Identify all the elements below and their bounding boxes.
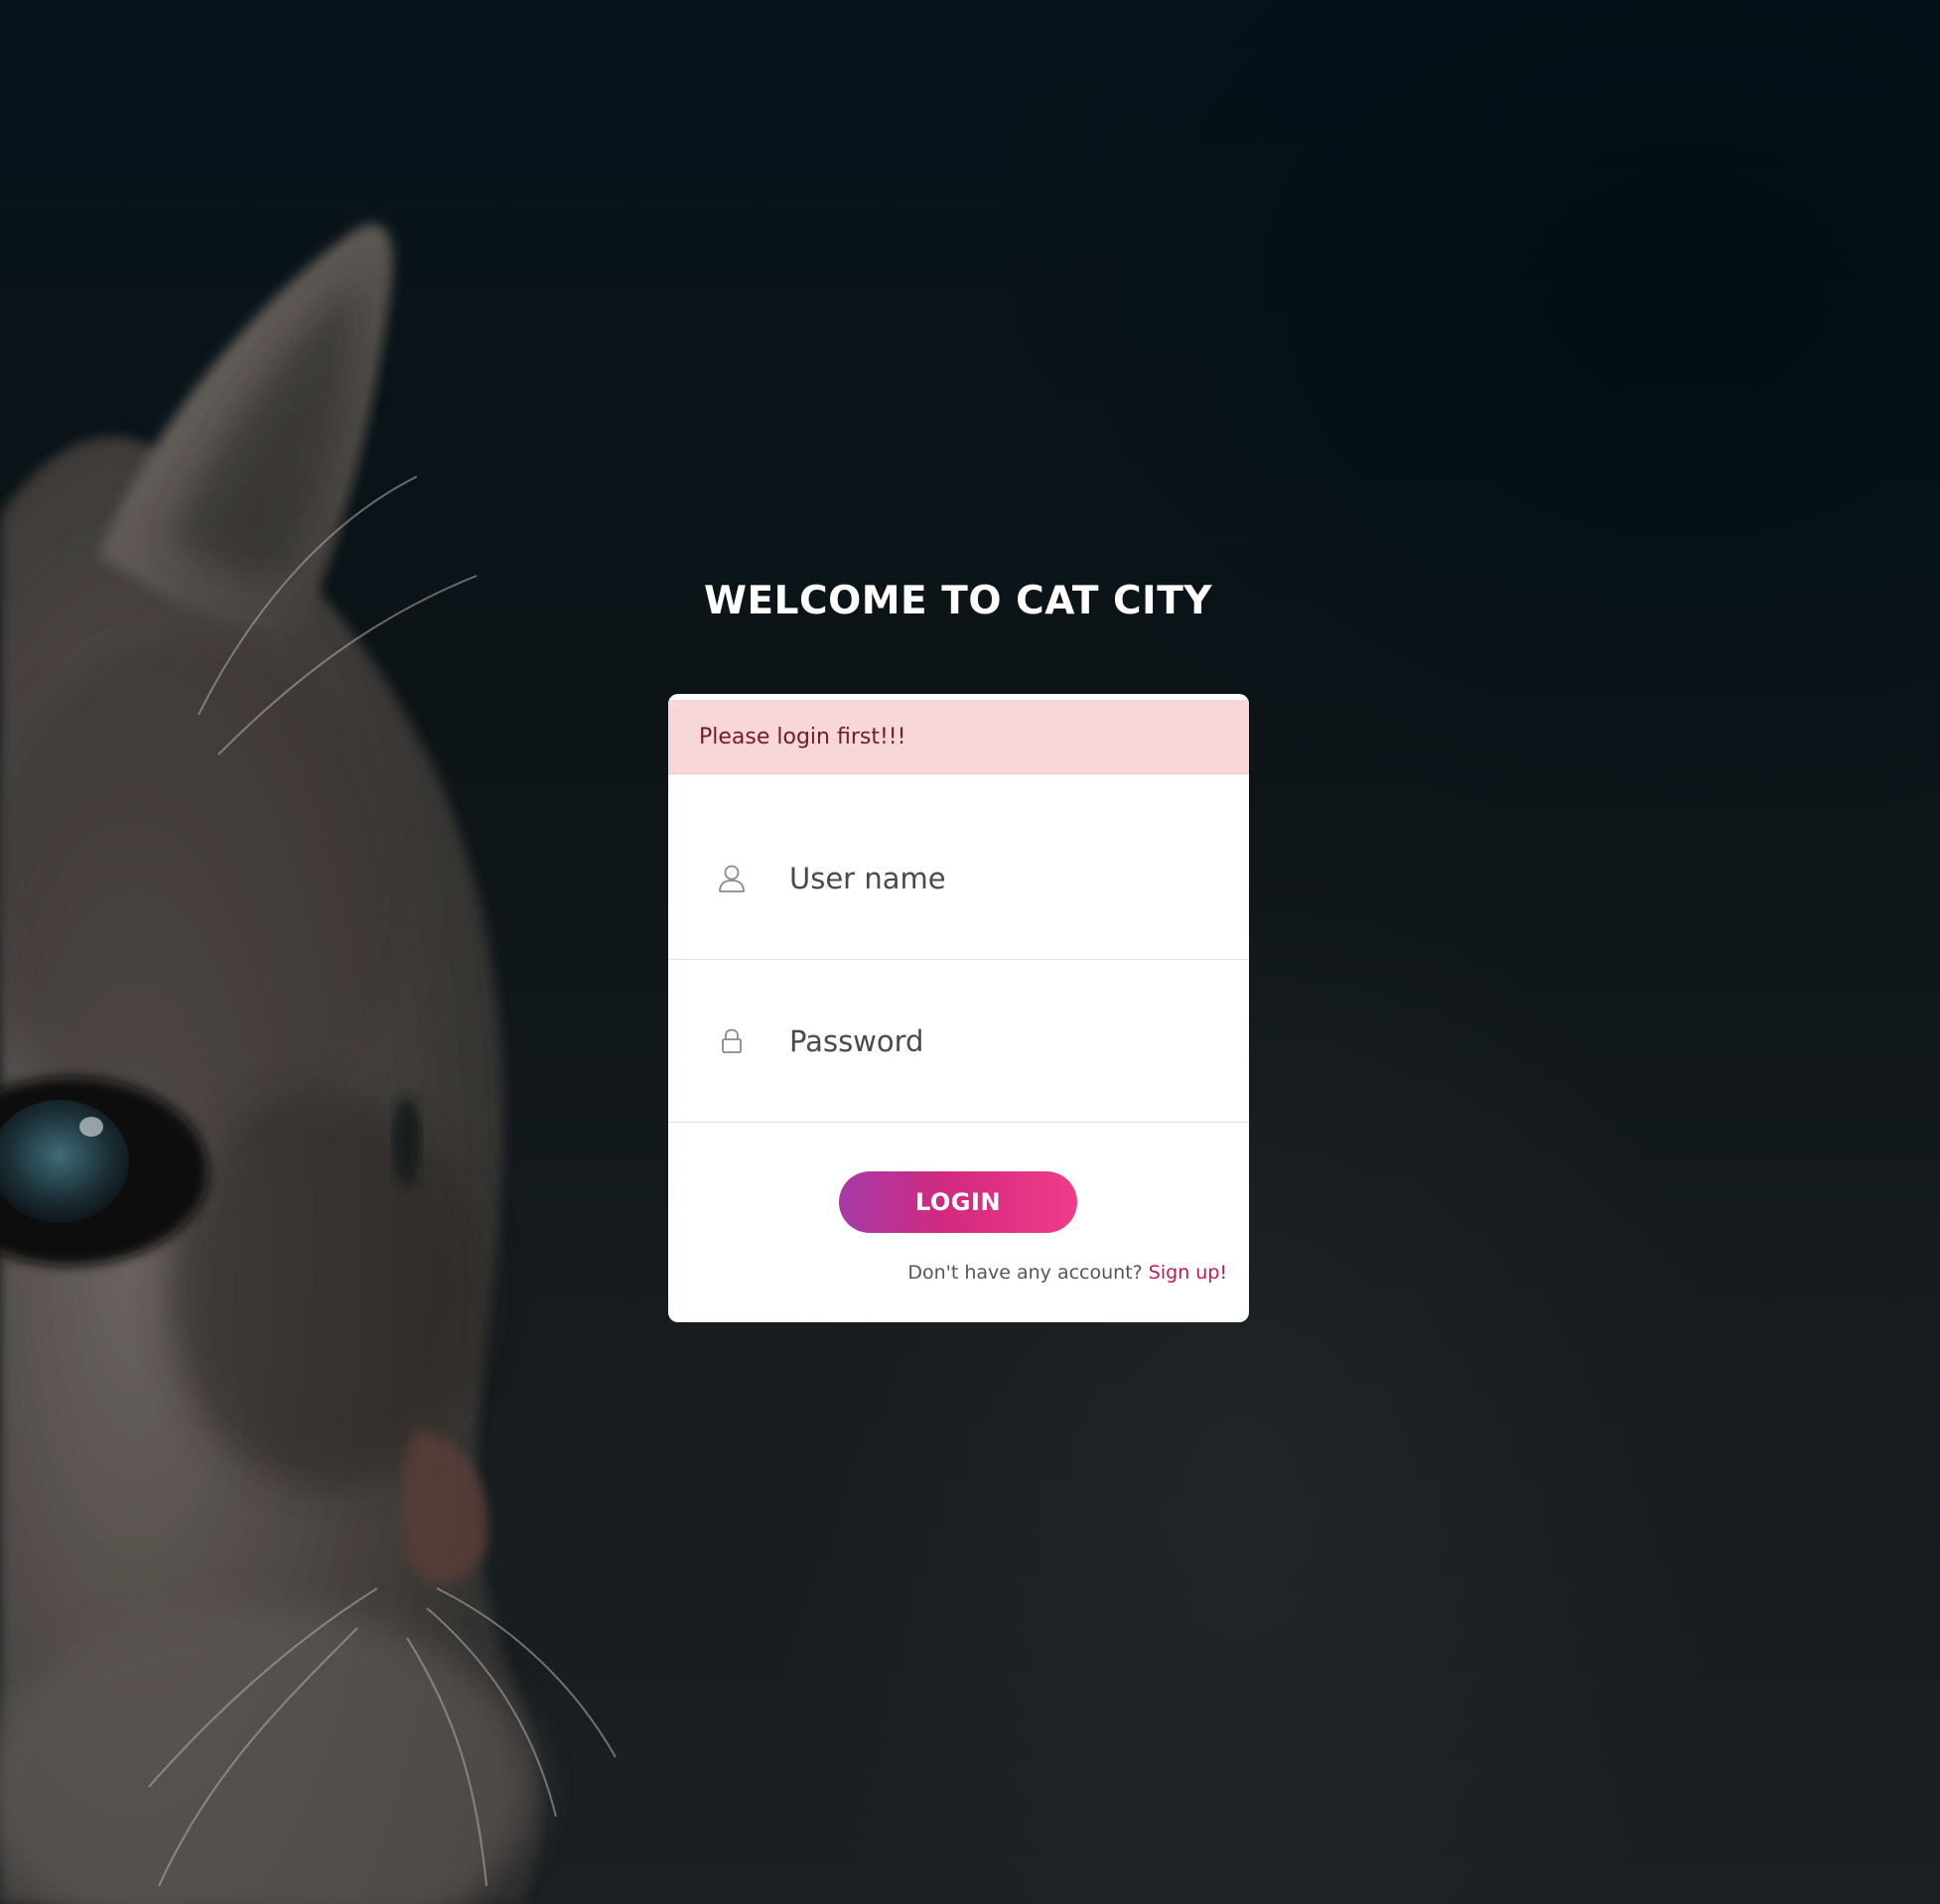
- signup-link[interactable]: Sign up!: [1149, 1262, 1227, 1284]
- alert-message: Please login first!!!: [668, 700, 1249, 774]
- login-button[interactable]: LOGIN: [839, 1171, 1077, 1233]
- page-title: WELCOME TO CAT CITY: [703, 579, 1213, 623]
- user-icon: [716, 863, 748, 894]
- lock-icon: [716, 1025, 748, 1057]
- password-field[interactable]: [668, 960, 1249, 1123]
- password-input[interactable]: [789, 1023, 1206, 1058]
- username-field[interactable]: [668, 797, 1249, 960]
- username-input[interactable]: [789, 861, 1206, 895]
